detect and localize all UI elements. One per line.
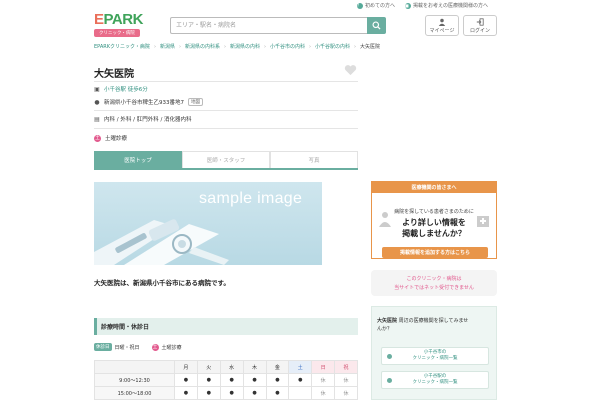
day-header: 木 (242, 360, 267, 374)
saturday-label: 土曜診療 (161, 344, 182, 351)
promo-main: より詳しい情報を 掲載しませんか？ (402, 218, 466, 238)
hours-cell: 休 (311, 373, 336, 387)
pin-icon: ● (94, 98, 100, 106)
day-header: 火 (196, 360, 221, 374)
clinic-owner-link[interactable]: ■ 掲載をお考えの医療機関様の方へ (404, 2, 488, 9)
hours-cell: ● (174, 386, 198, 400)
hours-table: 月 火 水 木 金 土 日 祝 9:00〜12:30 ● ● ● ● ● ● 休… (94, 360, 358, 400)
nearby-link-station[interactable]: 小千谷駅の クリニック・病院一覧 (381, 371, 489, 389)
breadcrumb-item[interactable]: 新潟県の内科 (230, 43, 260, 50)
favorite-button[interactable] (344, 64, 357, 78)
hours-cell (288, 386, 313, 400)
table-row: 9:00〜12:30 ● ● ● ● ● ● 休 休 (94, 373, 358, 387)
saturday-icon: 土 (94, 134, 101, 142)
closed-badge: 休診日 (94, 343, 112, 351)
login-button[interactable]: ログイン (463, 15, 497, 36)
clinic-intro: 大矢医院は、新潟県小千谷市にある病院です。 (94, 279, 230, 287)
saturday-feature: 土 土曜診療 (94, 134, 127, 142)
search-bar (170, 17, 386, 34)
first-time-link[interactable]: ? 初めての方へ (356, 2, 395, 9)
tab-doctors-staff[interactable]: 医師・スタッフ (182, 151, 270, 168)
breadcrumb-item[interactable]: 小千谷市の内科 (270, 43, 305, 50)
map-link[interactable]: 地図 (188, 98, 203, 106)
tab-clinic-top[interactable]: 医院トップ (94, 151, 182, 168)
nearby-link-city[interactable]: 小千谷市の クリニック・病院一覧 (381, 347, 489, 365)
hours-cell: ● (242, 373, 267, 387)
time-slot: 9:00〜12:30 (94, 373, 175, 387)
search-button[interactable] (367, 17, 386, 34)
day-header: 金 (265, 360, 290, 374)
nearby-clinics-box: 大矢医院 周辺の医療機関を探してみませ んか？ 小千谷市の クリニック・病院一覧 … (371, 306, 497, 400)
utility-links: ? 初めての方へ ■ 掲載をお考えの医療機関様の方へ (356, 2, 488, 9)
divider (94, 81, 358, 82)
saturday-icon: 土 (151, 343, 159, 351)
hours-corner (94, 360, 175, 374)
heart-icon (344, 65, 357, 76)
time-slot: 15:00〜18:00 (94, 386, 175, 400)
hours-cell: ● (196, 373, 221, 387)
login-icon (476, 17, 484, 26)
hours-cell: 休 (334, 373, 358, 387)
search-icon (372, 21, 381, 30)
building-icon: ■ (404, 2, 411, 9)
promo-subtext: 病院を探している患者さまのために (394, 209, 474, 215)
train-icon: ▣ (94, 85, 100, 93)
tab-photos[interactable]: 写真 (270, 151, 358, 168)
clipboard-icon: ▤ (94, 115, 100, 123)
hours-cell: ● (219, 386, 244, 400)
divider (94, 128, 358, 129)
hours-cell: ● (242, 386, 267, 400)
promo-heading: 医療機関の皆さまへ (372, 182, 496, 193)
hours-legend: 休診日 日曜・祝日 土 土曜診療 (94, 343, 182, 351)
address-text: 新潟県小千谷市稗生乙933番地7 (104, 100, 184, 106)
clinic-tabs: 医院トップ 医師・スタッフ 写真 (94, 151, 358, 170)
listing-promo-box: 医療機関の皆さまへ 病院を探している患者さまのために より詳しい情報を 掲載しま… (371, 181, 497, 259)
day-header: 日 (311, 360, 336, 374)
departments-info: ▤ 内科 / 外科 / 肛門外科 / 消化器内科 (94, 115, 192, 124)
departments-text: 内科 / 外科 / 肛門外科 / 消化器内科 (104, 117, 192, 123)
day-header: 祝 (334, 360, 358, 374)
closed-days: 日曜・祝日 (114, 344, 140, 351)
hours-cell: 休 (311, 386, 336, 400)
epark-logo[interactable]: EPARK クリニック・病院 (94, 12, 156, 41)
arrow-icon (387, 354, 392, 359)
breadcrumb-item[interactable]: EPARKクリニック・病院 (94, 43, 150, 50)
breadcrumb-item[interactable]: 小千谷駅の内科 (315, 43, 350, 50)
day-header: 月 (174, 360, 198, 374)
hours-cell: ● (219, 373, 244, 387)
breadcrumb: EPARKクリニック・病院 › 新潟県 › 新潟県の内科系 › 新潟県の内科 › 小千谷… (94, 43, 381, 51)
day-header: 水 (219, 360, 244, 374)
hours-heading: 診療時間・休診日 (94, 318, 358, 335)
logo-subtitle: クリニック・病院 (94, 29, 140, 37)
no-online-booking-notice: このクリニック・病院は 当サイトではネット受付できません (371, 270, 497, 296)
nearby-title: 大矢医院 周辺の医療機関を探してみませ んか？ (377, 318, 469, 332)
access-info: ▣ 小千谷駅 徒歩6分 (94, 85, 148, 94)
add-listing-button[interactable]: 掲載情報を追加する方はこちら (382, 247, 488, 258)
page-title: 大矢医院 (94, 69, 134, 80)
info-icon: ? (356, 2, 363, 9)
user-icon (438, 18, 446, 26)
divider (94, 110, 358, 111)
hours-cell: ● (196, 386, 221, 400)
sample-image-text: sample image (199, 190, 303, 207)
hours-header-row: 月 火 水 木 金 土 日 祝 (94, 360, 358, 374)
breadcrumb-current: 大矢医院 (360, 44, 381, 50)
address-info: ● 新潟県小千谷市稗生乙933番地7 地図 (94, 98, 203, 106)
breadcrumb-item[interactable]: 新潟県の内科系 (185, 43, 220, 50)
hours-cell: 休 (334, 386, 358, 400)
hours-cell: ● (174, 373, 198, 387)
access-link[interactable]: 小千谷駅 徒歩6分 (104, 85, 148, 93)
table-row: 15:00〜18:00 ● ● ● ● ● 休 休 (94, 386, 358, 400)
saturday-label: 土曜診療 (105, 136, 128, 142)
clinic-photo: sample image (94, 182, 322, 265)
hours-cell: ● (265, 386, 290, 400)
day-header: 土 (288, 360, 313, 374)
breadcrumb-item[interactable]: 新潟県 (160, 43, 175, 50)
hours-cell: ● (288, 373, 313, 387)
search-input[interactable] (170, 17, 367, 34)
mypage-button[interactable]: マイページ (425, 15, 459, 36)
arrow-icon (387, 378, 392, 383)
hours-cell: ● (265, 373, 290, 387)
